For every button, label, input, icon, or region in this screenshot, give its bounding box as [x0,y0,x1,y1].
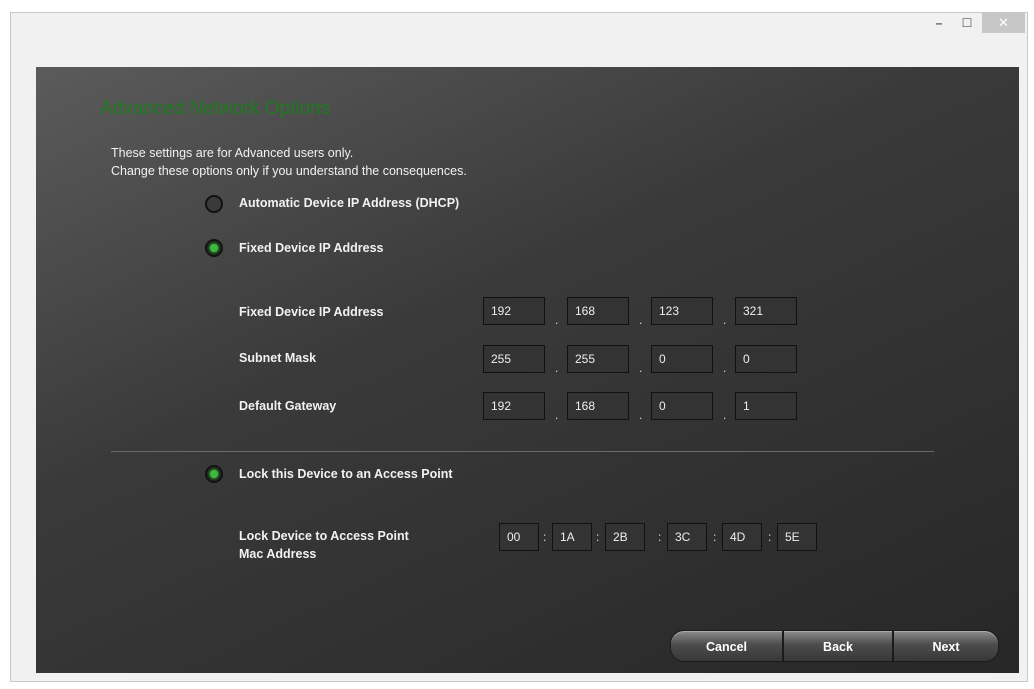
gateway-octet-3[interactable]: 0 [651,392,713,420]
cancel-button[interactable]: Cancel [670,630,783,662]
title-bar: – ☐ ✕ [11,13,1027,67]
lock-access-point-label[interactable]: Lock this Device to an Access Point [239,467,453,481]
dialog-content: Advanced Network Options These settings … [36,67,1019,673]
fixed-ip-octet-3[interactable]: 123 [651,297,713,325]
mac-octet-5[interactable]: 4D [722,523,762,551]
subnet-octet-4[interactable]: 0 [735,345,797,373]
back-button[interactable]: Back [783,630,893,662]
mac-octet-3[interactable]: 2B [605,523,645,551]
app-window: – ☐ ✕ Advanced Network Options These set… [10,12,1028,682]
subnet-octet-2[interactable]: 255 [567,345,629,373]
fixed-ip-octet-2[interactable]: 168 [567,297,629,325]
mac-address-label-line-2: Mac Address [239,547,317,561]
mac-separator: : [713,530,717,544]
mac-separator: : [596,530,600,544]
page-title: Advanced Network Options [100,98,331,119]
subnet-octet-3[interactable]: 0 [651,345,713,373]
gateway-octet-2[interactable]: 168 [567,392,629,420]
fixed-ip-octet-1[interactable]: 192 [483,297,545,325]
ip-separator: . [723,408,727,422]
mac-separator: : [768,530,772,544]
mac-octet-2[interactable]: 1A [552,523,592,551]
ip-separator: . [555,313,559,327]
close-button[interactable]: ✕ [982,13,1025,33]
mac-separator: : [658,530,662,544]
ip-separator: . [639,361,643,375]
next-button[interactable]: Next [893,630,999,662]
mac-octet-6[interactable]: 5E [777,523,817,551]
dhcp-radio[interactable] [205,195,223,213]
warning-note-line-1: These settings are for Advanced users on… [111,146,354,160]
lock-access-point-radio[interactable] [205,465,223,483]
ip-separator: . [555,408,559,422]
fixed-ip-radio-label[interactable]: Fixed Device IP Address [239,241,384,255]
minimize-button[interactable]: – [926,13,952,33]
ip-separator: . [723,313,727,327]
ip-separator: . [639,408,643,422]
mac-octet-4[interactable]: 3C [667,523,707,551]
subnet-mask-label: Subnet Mask [239,351,317,365]
section-divider [111,451,934,452]
dhcp-radio-label[interactable]: Automatic Device IP Address (DHCP) [239,196,459,210]
gateway-octet-4[interactable]: 1 [735,392,797,420]
mac-separator: : [543,530,547,544]
fixed-ip-octet-4[interactable]: 321 [735,297,797,325]
gateway-octet-1[interactable]: 192 [483,392,545,420]
fixed-ip-radio[interactable] [205,239,223,257]
default-gateway-label: Default Gateway [239,399,337,413]
warning-note-line-2: Change these options only if you underst… [111,164,467,178]
maximize-button[interactable]: ☐ [954,13,980,33]
ip-separator: . [639,313,643,327]
mac-octet-1[interactable]: 00 [499,523,539,551]
mac-address-label-line-1: Lock Device to Access Point [239,529,409,543]
fixed-ip-label: Fixed Device IP Address [239,305,384,319]
ip-separator: . [723,361,727,375]
ip-separator: . [555,361,559,375]
subnet-octet-1[interactable]: 255 [483,345,545,373]
